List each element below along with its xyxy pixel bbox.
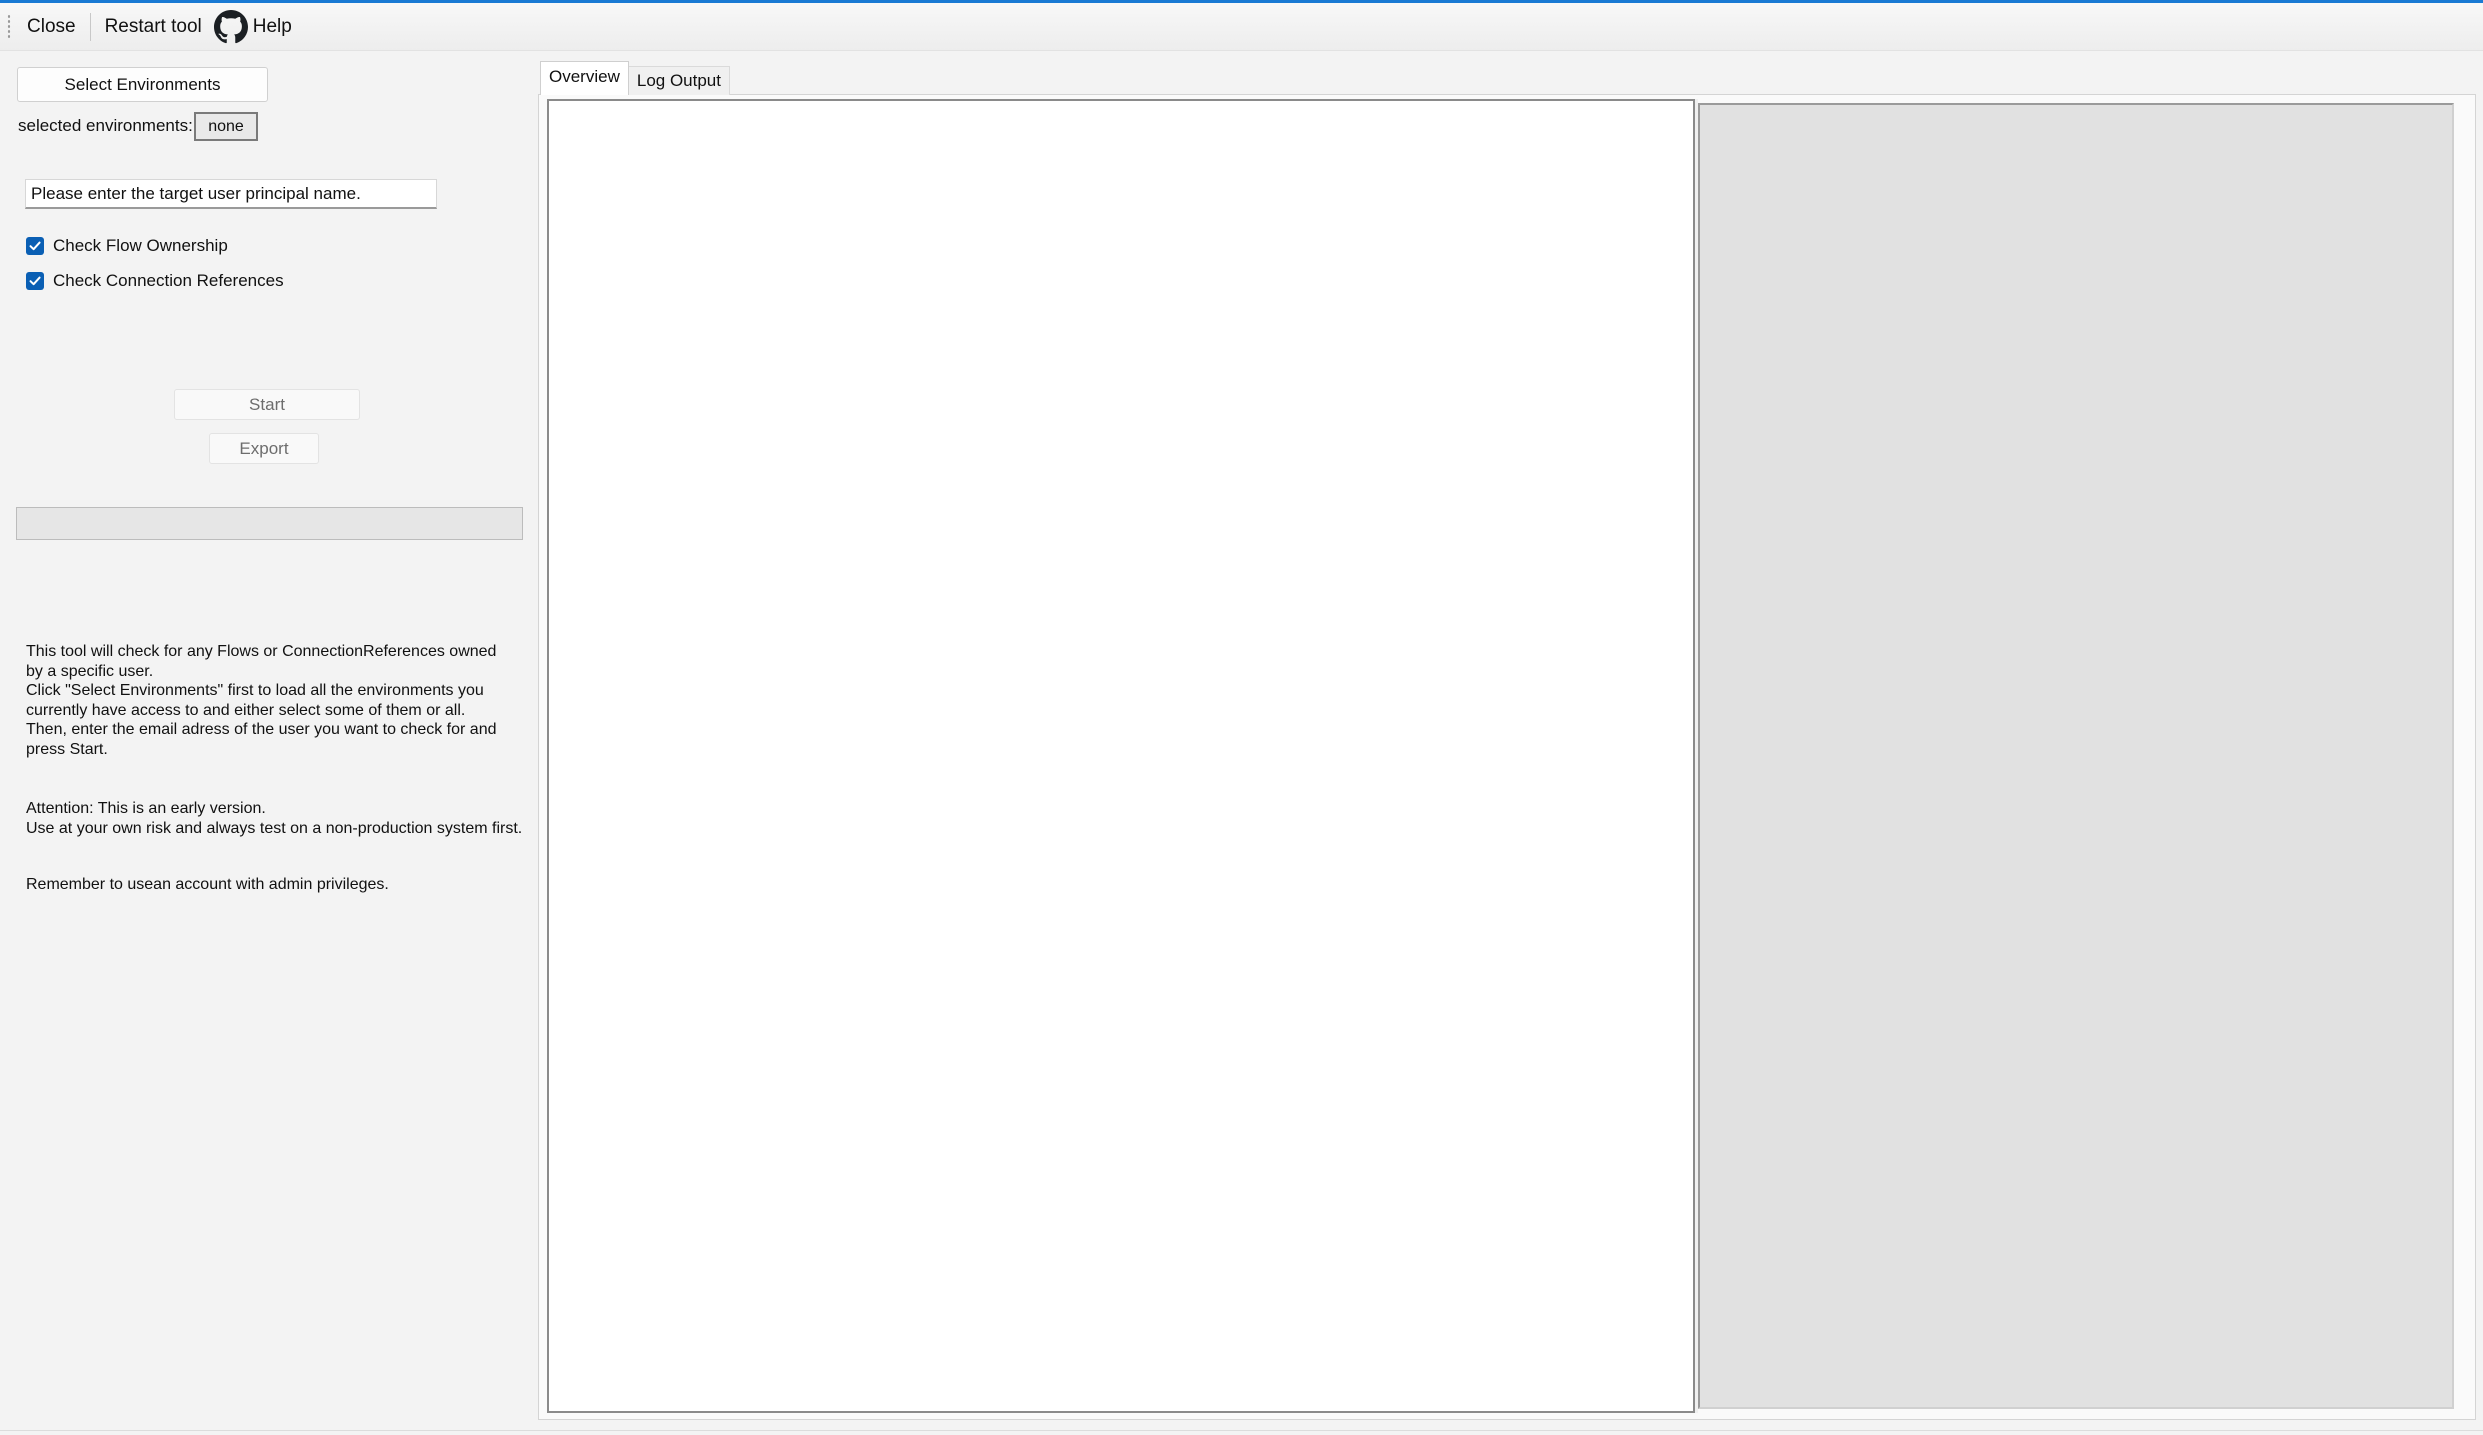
tab-overview[interactable]: Overview bbox=[540, 61, 629, 95]
check-connection-references-label: Check Connection References bbox=[53, 271, 284, 290]
select-environments-button[interactable]: Select Environments bbox=[17, 67, 268, 102]
selected-environments-value: none bbox=[194, 112, 258, 141]
checkbox-checked-icon bbox=[26, 272, 44, 290]
admin-reminder: Remember to usean account with admin pri… bbox=[26, 876, 389, 893]
github-icon bbox=[213, 9, 248, 43]
progress-bar bbox=[16, 507, 523, 540]
help-button[interactable]: Help bbox=[210, 8, 298, 46]
toolbar-grip[interactable] bbox=[7, 13, 11, 40]
tab-log-output[interactable]: Log Output bbox=[628, 66, 730, 95]
status-strip bbox=[0, 1430, 2483, 1435]
tab-strip: Overview Log Output bbox=[540, 61, 730, 95]
export-button[interactable]: Export bbox=[209, 433, 319, 464]
close-button[interactable]: Close bbox=[19, 12, 84, 42]
tool-description: This tool will check for any Flows or Co… bbox=[26, 643, 497, 758]
help-label: Help bbox=[252, 15, 292, 37]
start-button[interactable]: Start bbox=[174, 389, 360, 420]
toolbar: Close Restart tool Help bbox=[0, 3, 2483, 51]
app-window: Close Restart tool Help Select Environme… bbox=[0, 0, 2483, 1435]
user-principal-name-input[interactable]: Please enter the target user principal n… bbox=[25, 179, 437, 209]
selected-environments-label: selected environments: bbox=[18, 116, 193, 135]
check-connection-references-checkbox[interactable]: Check Connection References bbox=[26, 271, 284, 291]
overview-list-pane[interactable] bbox=[547, 99, 1695, 1413]
checkbox-checked-icon bbox=[26, 237, 44, 255]
check-flow-ownership-checkbox[interactable]: Check Flow Ownership bbox=[26, 236, 228, 256]
toolbar-separator bbox=[89, 12, 91, 41]
detail-pane[interactable] bbox=[1698, 103, 2454, 1409]
restart-tool-button[interactable]: Restart tool bbox=[97, 12, 210, 42]
left-panel: Select Environments selected environment… bbox=[0, 50, 535, 1430]
attention-note: Attention: This is an early version. Use… bbox=[26, 800, 523, 837]
check-flow-ownership-label: Check Flow Ownership bbox=[53, 236, 228, 255]
